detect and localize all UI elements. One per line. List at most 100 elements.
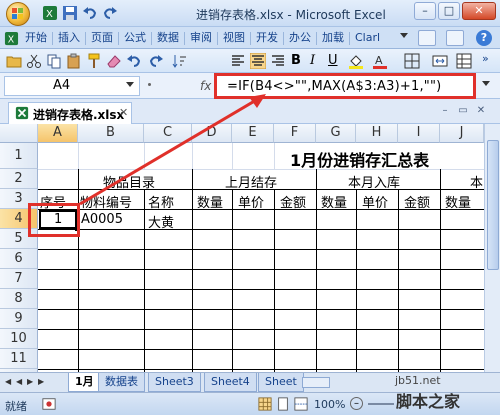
tab-addins[interactable]: 加载 [319, 29, 347, 48]
expand-formula-icon[interactable] [482, 81, 490, 86]
office-button[interactable] [6, 2, 30, 26]
sheet-tab-sheet3[interactable]: Sheet3 [148, 373, 201, 392]
excel-icon[interactable]: X [42, 5, 58, 21]
header-amount-2: 金额 [404, 196, 431, 211]
cell-b4[interactable]: A0005 [81, 212, 123, 227]
format-painter-icon[interactable] [86, 53, 102, 69]
minimize-button[interactable]: – [414, 2, 436, 20]
column-header-e[interactable]: E [232, 124, 274, 143]
bold-icon[interactable]: B [291, 53, 307, 69]
tab-data[interactable]: 数据 [154, 29, 182, 48]
row-header-1[interactable]: 1 [0, 143, 38, 169]
row-header-8[interactable]: 8 [0, 289, 38, 309]
close-button[interactable]: ✕ [462, 2, 496, 20]
next-sheet-icon[interactable]: ▶ [27, 377, 33, 386]
select-all-corner[interactable] [0, 124, 38, 143]
worksheet-grid[interactable]: A B C D E F G H I J 1 2 3 4 5 6 7 8 9 10… [0, 124, 484, 372]
splitter-handle[interactable] [148, 83, 151, 86]
column-header-d[interactable]: D [192, 124, 232, 143]
italic-icon[interactable]: I [310, 53, 326, 69]
first-sheet-icon[interactable]: ◀ [5, 377, 11, 386]
fill-color-icon[interactable] [348, 53, 364, 69]
tab-review[interactable]: 审阅 [187, 29, 215, 48]
column-header-i[interactable]: I [398, 124, 440, 143]
zoom-slider[interactable] [368, 403, 394, 405]
merge-cells-icon[interactable] [432, 53, 448, 69]
open-icon[interactable] [6, 53, 22, 69]
column-header-f[interactable]: F [274, 124, 316, 143]
zoom-out-icon[interactable]: – [350, 397, 363, 410]
column-header-g[interactable]: G [316, 124, 356, 143]
insert-function-button[interactable]: fx [200, 79, 211, 93]
maximize-button[interactable]: □ [438, 2, 460, 20]
underline-icon[interactable]: U [328, 53, 344, 69]
vertical-scrollbar[interactable] [484, 124, 500, 372]
row-header-6[interactable]: 6 [0, 249, 38, 269]
name-box-dropdown-icon[interactable] [126, 82, 134, 87]
paste-icon[interactable] [66, 53, 82, 69]
toolbar-overflow-icon[interactable]: » [482, 52, 489, 65]
column-header-c[interactable]: C [144, 124, 192, 143]
zoom-level[interactable]: 100% [314, 398, 345, 411]
column-header-a[interactable]: A [38, 124, 78, 143]
column-header-j[interactable]: J [440, 124, 484, 143]
borders-icon[interactable] [404, 53, 420, 69]
help-icon[interactable]: ? [476, 30, 492, 46]
ribbon-restore-button[interactable] [446, 30, 464, 46]
macro-record-icon[interactable] [42, 397, 56, 411]
cell-c4[interactable]: 大黄 [148, 212, 174, 231]
page-break-icon[interactable] [294, 397, 308, 411]
close-tab-icon[interactable]: ✕ [119, 106, 128, 119]
column-header-h[interactable]: H [356, 124, 398, 143]
row-header-9[interactable]: 9 [0, 309, 38, 329]
doc-close-button[interactable]: ✕ [474, 104, 488, 118]
chevron-down-icon[interactable] [400, 33, 408, 38]
row-header-2[interactable]: 2 [0, 169, 38, 189]
undo-toolbar-icon[interactable] [126, 53, 142, 69]
eraser-icon[interactable] [106, 53, 122, 69]
name-box[interactable]: A4 [4, 76, 140, 96]
tab-office[interactable]: 办公 [286, 29, 314, 48]
sheet-tab-data[interactable]: 数据表 [98, 373, 145, 392]
prev-sheet-icon[interactable]: ◀ [16, 377, 22, 386]
tab-insert[interactable]: 插入 [55, 29, 83, 48]
horizontal-scrollbar[interactable] [302, 377, 330, 388]
redo-icon[interactable] [102, 5, 118, 21]
row-header-11[interactable]: 11 [0, 349, 38, 369]
align-left-icon[interactable] [230, 53, 246, 69]
document-tab[interactable]: 进销存表格.xlsx ✕ [8, 102, 132, 124]
window-title: 进销存表格.xlsx - Microsoft Excel [196, 8, 386, 22]
row-header-7[interactable]: 7 [0, 269, 38, 289]
page-layout-icon[interactable] [276, 397, 290, 411]
tab-formulas[interactable]: 公式 [121, 29, 149, 48]
tab-developer[interactable]: 开发 [253, 29, 281, 48]
scrollbar-thumb[interactable] [487, 140, 499, 270]
align-center-icon[interactable] [250, 53, 266, 69]
save-icon[interactable] [62, 5, 78, 21]
group-header-outbound: 本 [470, 176, 484, 191]
align-right-icon[interactable] [270, 53, 286, 69]
sheet-tab-jan[interactable]: 1月 [68, 373, 101, 392]
cut-icon[interactable] [26, 53, 42, 69]
doc-minimize-button[interactable]: – [438, 104, 452, 118]
tab-clarl[interactable]: Clarl [352, 29, 383, 48]
sort-icon[interactable] [172, 53, 188, 69]
normal-view-icon[interactable] [258, 397, 272, 411]
watermark-url: jb51.net [395, 374, 441, 387]
undo-icon[interactable] [82, 5, 98, 21]
doc-restore-button[interactable]: ▭ [456, 104, 470, 118]
insert-cells-icon[interactable] [456, 53, 472, 69]
font-color-icon[interactable]: A [372, 53, 388, 69]
last-sheet-icon[interactable]: ▶ [38, 377, 44, 386]
tab-view[interactable]: 视图 [220, 29, 248, 48]
redo-toolbar-icon[interactable] [148, 53, 164, 69]
workbook-icon [15, 106, 29, 120]
tab-home[interactable]: 开始 [22, 29, 50, 48]
ribbon-min-button[interactable] [418, 30, 436, 46]
tab-page[interactable]: 页面 [88, 29, 116, 48]
copy-icon[interactable] [46, 53, 62, 69]
row-header-10[interactable]: 10 [0, 329, 38, 349]
sheet-tab-sheet5[interactable]: Sheet [258, 373, 304, 392]
column-header-b[interactable]: B [78, 124, 144, 143]
sheet-tab-sheet4[interactable]: Sheet4 [204, 373, 257, 392]
